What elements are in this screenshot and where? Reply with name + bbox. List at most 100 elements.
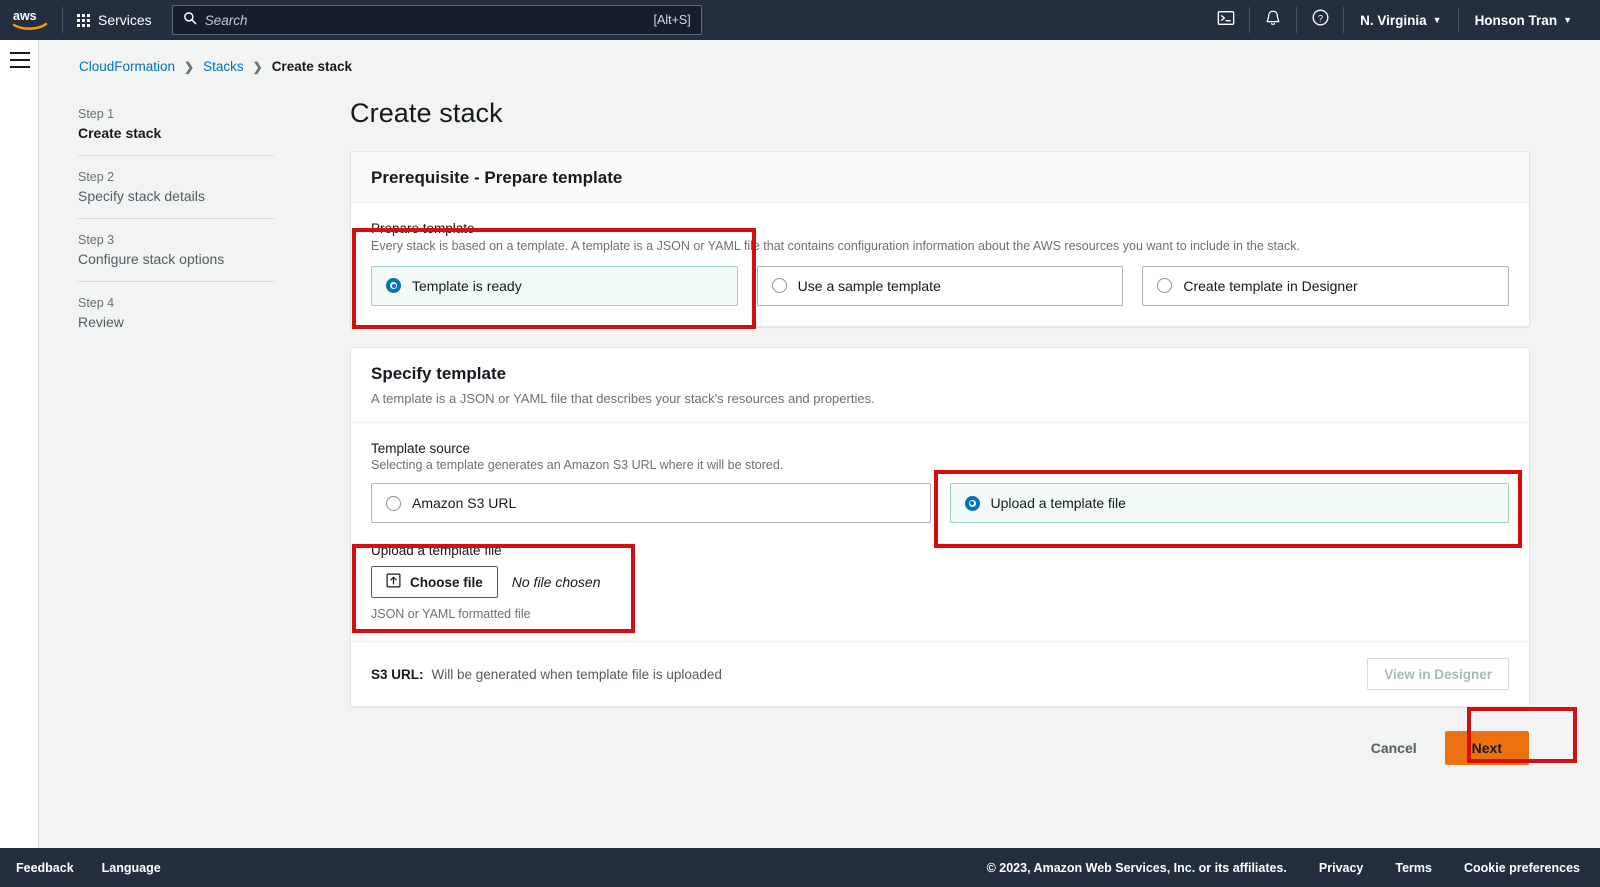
footer-cookie-preferences-link[interactable]: Cookie preferences [1464,861,1580,875]
question-circle-icon: ? [1311,8,1330,32]
footer-right-links: © 2023, Amazon Web Services, Inc. or its… [987,861,1600,875]
template-source-description: Selecting a template generates an Amazon… [371,458,784,473]
chevron-down-icon: ▼ [1432,14,1442,25]
specify-template-card: Specify template A template is a JSON or… [350,346,1530,708]
chevron-down-icon: ▼ [1563,14,1572,25]
wizard-step-3[interactable]: Step 3 Configure stack options [78,218,274,281]
radio-tile-template-is-ready-label: Template is ready [412,277,522,294]
upload-format-hint: JSON or YAML formatted file [371,607,531,622]
footer-terms-link[interactable]: Terms [1395,861,1432,875]
wizard-step-3-label: Configure stack options [78,251,225,267]
cloudshell-button[interactable] [1205,0,1247,40]
prerequisite-card-title: Prerequisite - Prepare template [371,168,623,187]
region-label: N. Virginia [1360,12,1427,28]
nav-divider [1457,7,1459,33]
prerequisite-card: Prerequisite - Prepare template Prepare … [350,151,1530,327]
prepare-template-description: Every stack is based on a template. A te… [371,239,1300,253]
footer-left-links: Feedback Language [0,861,161,875]
wizard-step-2[interactable]: Step 2 Specify stack details [78,155,274,218]
wizard-step-3-number: Step 3 [78,233,115,247]
notifications-button[interactable] [1252,0,1294,40]
nav-divider [1296,7,1298,33]
wizard-steps: Step 1 Create stack Step 2 Specify stack… [78,97,274,344]
upload-template-file-label: Upload a template file [371,543,502,559]
radio-tile-template-is-ready[interactable]: Template is ready [371,265,738,306]
radio-tile-create-template-in-designer-label: Create template in Designer [1183,277,1358,294]
upload-icon [386,573,401,591]
region-selector[interactable]: N. Virginia ▼ [1346,0,1455,40]
radio-tile-amazon-s3-url[interactable]: Amazon S3 URL [371,483,931,524]
breadcrumb-item-stacks[interactable]: Stacks [203,59,244,74]
wizard-step-1[interactable]: Step 1 Create stack [78,97,274,155]
view-in-designer-label: View in Designer [1384,666,1492,682]
s3-url-footer: S3 URL: Will be generated when template … [351,641,1529,706]
file-chosen-status: No file chosen [511,574,601,591]
radio-tile-amazon-s3-url-label: Amazon S3 URL [412,495,517,512]
wizard-step-1-number: Step 1 [78,107,115,121]
chevron-right-icon: ❯ [184,59,195,74]
sidebar-toggle-button[interactable] [10,52,30,68]
radio-indicator-off [771,278,787,294]
nav-divider [62,7,63,33]
next-button[interactable]: Next [1444,731,1529,766]
bell-icon [1264,9,1282,32]
account-label: Honson Tran [1474,12,1558,28]
choose-file-button-label: Choose file [410,574,483,590]
specify-template-card-header: Specify template A template is a JSON or… [351,347,1529,424]
template-source-label: Template source [371,441,471,457]
upload-template-file-control: Choose file No file chosen [371,566,1509,599]
cancel-button[interactable]: Cancel [1365,739,1423,757]
left-rail [0,40,39,848]
footer-feedback-link[interactable]: Feedback [16,861,74,875]
specify-template-card-subtitle: A template is a JSON or YAML file that d… [371,390,875,406]
nav-divider [1249,7,1251,33]
wizard-step-2-label: Specify stack details [78,188,205,204]
svg-text:?: ? [1317,13,1322,24]
breadcrumb: CloudFormation ❯ Stacks ❯ Create stack [79,59,352,74]
s3-url-label: S3 URL: [371,666,424,682]
s3-url-value: Will be generated when template file is … [431,666,722,682]
page-container: CloudFormation ❯ Stacks ❯ Create stack S… [39,40,1600,848]
chevron-right-icon: ❯ [252,59,263,74]
specify-template-card-body: Template source Selecting a template gen… [351,423,1529,641]
view-in-designer-button[interactable]: View in Designer [1367,658,1509,691]
footer-copyright: © 2023, Amazon Web Services, Inc. or its… [986,860,1287,875]
nav-divider [1343,7,1345,33]
radio-indicator-off [1157,278,1173,294]
aws-logo[interactable]: aws [0,0,60,40]
prerequisite-card-header: Prerequisite - Prepare template [351,152,1529,203]
breadcrumb-item-cloudformation[interactable]: CloudFormation [79,59,175,74]
wizard-step-4-number: Step 4 [78,296,115,310]
wizard-step-2-number: Step 2 [78,170,115,184]
account-menu[interactable]: Honson Tran ▼ [1461,0,1586,40]
radio-tile-create-template-in-designer[interactable]: Create template in Designer [1142,265,1510,306]
services-menu-button[interactable]: Services [65,0,164,40]
wizard-step-4[interactable]: Step 4 Review [78,281,274,344]
radio-indicator-on [964,495,980,511]
cloudshell-icon [1217,9,1235,32]
svg-text:aws: aws [13,9,37,23]
radio-tile-upload-a-template-file-label: Upload a template file [990,495,1126,512]
template-source-options: Amazon S3 URL Upload a template file [371,483,1509,524]
nav-right-cluster: ? N. Virginia ▼ Honson Tran ▼ [1205,0,1600,40]
page-footer: Feedback Language © 2023, Amazon Web Ser… [0,848,1600,887]
specify-template-card-title: Specify template [371,363,507,383]
radio-indicator-on [386,278,401,294]
radio-tile-upload-a-template-file[interactable]: Upload a template file [949,483,1509,524]
main-content: Create stack Prerequisite - Prepare temp… [350,40,1530,766]
search-placeholder: Search [204,12,248,28]
prepare-template-label: Prepare template [371,221,475,236]
prerequisite-card-body: Prepare template Every stack is based on… [351,203,1529,326]
help-button[interactable]: ? [1299,0,1341,40]
page-title: Create stack [350,98,503,128]
footer-language-link[interactable]: Language [102,861,161,875]
top-navigation-bar: aws Services Search [Alt+S] ? N. Virgini… [0,0,1600,40]
prepare-template-options: Template is ready Use a sample template … [371,265,1510,306]
choose-file-button[interactable]: Choose file [371,566,498,599]
footer-privacy-link[interactable]: Privacy [1319,861,1363,875]
search-input[interactable]: Search [Alt+S] [171,5,702,35]
radio-tile-use-a-sample-template[interactable]: Use a sample template [756,265,1124,306]
form-actions: Cancel Next [350,731,1530,766]
wizard-step-1-label: Create stack [78,125,162,141]
upload-template-file-block: Upload a template file Choose file No fi… [371,543,1509,621]
